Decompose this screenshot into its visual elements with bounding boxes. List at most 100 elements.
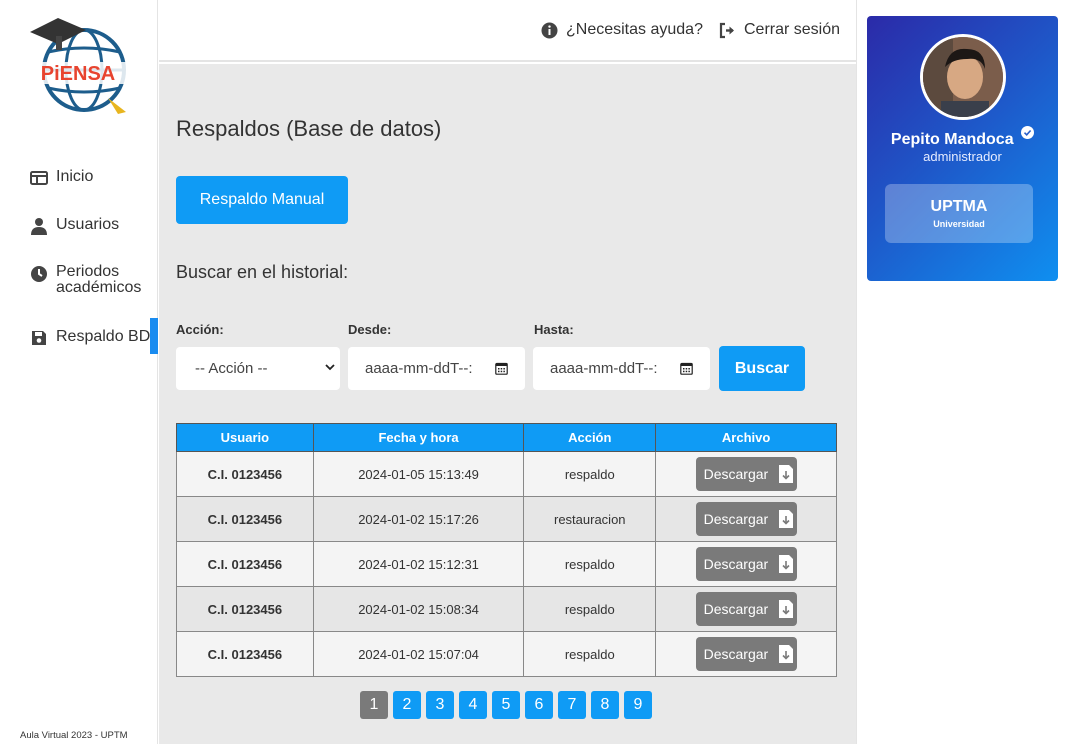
sidebar-item-periodos[interactable]: Periodos académicos: [0, 264, 158, 296]
page-button[interactable]: 3: [426, 691, 454, 719]
cell-file: Descargar: [655, 496, 837, 542]
chevron-down-icon: [325, 364, 335, 371]
backup-history-table: Usuario Fecha y hora Acción Archivo C.I.…: [176, 423, 837, 677]
pagination: 123456789: [360, 691, 652, 719]
profile-name-text: Pepito Mandoca: [890, 131, 1014, 148]
university-type: Universidad: [933, 219, 985, 229]
user-icon: [31, 218, 47, 235]
download-label: Descargar: [703, 646, 769, 662]
cell-file: Descargar: [655, 586, 837, 632]
cell-user: C.I. 0123456: [176, 541, 314, 587]
download-button[interactable]: Descargar: [695, 592, 797, 626]
page-title: Respaldos (Base de datos): [176, 116, 442, 141]
page-button[interactable]: 4: [459, 691, 487, 719]
column-header-archivo[interactable]: Archivo: [655, 423, 837, 452]
calendar-icon[interactable]: [680, 362, 693, 375]
cell-user: C.I. 0123456: [176, 496, 314, 542]
floppy-disk-icon: [32, 331, 46, 345]
logout-link[interactable]: Cerrar sesión: [719, 21, 840, 39]
column-header-accion[interactable]: Acción: [523, 423, 657, 452]
table-row: C.I. 0123456 2024-01-02 15:17:26 restaurac…: [176, 496, 837, 542]
to-date-input[interactable]: aaaa-mm-ddT--:: [533, 347, 710, 390]
download-label: Descargar: [703, 511, 769, 527]
sidebar: PiENSA Inicio Usuarios Periodos académic…: [0, 0, 158, 744]
sidebar-item-label: Usuarios: [56, 216, 120, 233]
profile-card: Pepito Mandoca administrador UPTMA Unive…: [867, 16, 1058, 281]
page-button[interactable]: 9: [624, 691, 652, 719]
sidebar-footer: Aula Virtual 2023 - UPTM: [20, 730, 128, 741]
cell-action: respaldo: [523, 631, 657, 677]
logout-label: Cerrar sesión: [744, 21, 841, 38]
action-select[interactable]: -- Acción --: [176, 347, 340, 390]
table-row: C.I. 0123456 2024-01-02 15:12:31 respaldo D…: [176, 541, 837, 587]
piensa-logo[interactable]: PiENSA: [26, 14, 132, 118]
column-header-fecha[interactable]: Fecha y hora: [312, 423, 525, 452]
cell-user: C.I. 0123456: [176, 451, 314, 497]
from-date-placeholder: aaaa-mm-ddT--:: [365, 360, 473, 377]
file-download-icon: [779, 645, 794, 663]
search-button[interactable]: Buscar: [719, 346, 805, 391]
sidebar-item-usuarios[interactable]: Usuarios: [0, 216, 158, 235]
university-name: UPTMA: [930, 198, 988, 215]
cell-action: restauracion: [523, 496, 657, 542]
table-row: C.I. 0123456 2024-01-02 15:08:34 respaldo D…: [176, 586, 837, 632]
download-button[interactable]: Descargar: [695, 502, 797, 536]
table-header-row: Usuario Fecha y hora Acción Archivo: [176, 423, 837, 452]
profile-name: Pepito Mandoca: [867, 126, 1058, 149]
page-button[interactable]: 8: [591, 691, 619, 719]
table-row: C.I. 0123456 2024-01-02 15:07:04 respaldo D…: [176, 631, 837, 677]
page-button[interactable]: 6: [525, 691, 553, 719]
info-icon: [541, 22, 558, 38]
cell-user: C.I. 0123456: [176, 631, 314, 677]
sidebar-item-label: Periodos académicos: [56, 264, 141, 296]
sidebar-item-inicio[interactable]: Inicio: [0, 168, 158, 187]
svg-text:PiENSA: PiENSA: [41, 63, 115, 85]
download-label: Descargar: [703, 466, 769, 482]
avatar[interactable]: [920, 34, 1006, 120]
download-label: Descargar: [703, 601, 769, 617]
sidebar-item-respaldo-bd[interactable]: Respaldo BD: [0, 318, 158, 354]
download-button[interactable]: Descargar: [695, 547, 797, 581]
help-label: ¿Necesitas ayuda?: [566, 21, 703, 38]
topbar: ¿Necesitas ayuda? Cerrar sesión: [159, 0, 856, 62]
calendar-icon[interactable]: [495, 362, 508, 375]
main-content: Respaldos (Base de datos) Respaldo Manua…: [159, 64, 856, 744]
verified-check-icon: [1021, 126, 1035, 139]
help-link[interactable]: ¿Necesitas ayuda?: [541, 21, 703, 39]
download-button[interactable]: Descargar: [695, 457, 797, 491]
action-filter-label: Acción:: [176, 322, 224, 337]
file-download-icon: [779, 465, 794, 483]
to-date-placeholder: aaaa-mm-ddT--:: [550, 360, 658, 377]
cell-action: respaldo: [523, 541, 657, 587]
file-download-icon: [779, 600, 794, 618]
university-badge: UPTMA Universidad: [885, 184, 1033, 243]
file-download-icon: [779, 510, 794, 528]
cell-datetime: 2024-01-02 15:08:34: [312, 586, 525, 632]
clock-icon: [31, 266, 47, 282]
cell-action: respaldo: [523, 586, 657, 632]
page-button[interactable]: 5: [492, 691, 520, 719]
manual-backup-button[interactable]: Respaldo Manual: [176, 176, 348, 224]
from-date-label: Desde:: [348, 322, 392, 337]
cell-action: respaldo: [523, 451, 657, 497]
column-header-usuario[interactable]: Usuario: [176, 423, 314, 452]
cell-file: Descargar: [655, 541, 837, 587]
profile-role: administrador: [923, 149, 1002, 164]
cell-file: Descargar: [655, 451, 837, 497]
file-download-icon: [779, 555, 794, 573]
cell-datetime: 2024-01-02 15:07:04: [312, 631, 525, 677]
sidebar-item-label: Respaldo BD: [56, 328, 151, 345]
download-label: Descargar: [703, 556, 769, 572]
cell-user: C.I. 0123456: [176, 586, 314, 632]
layout-icon: [30, 171, 48, 185]
action-select-value: -- Acción --: [195, 360, 268, 377]
page-button[interactable]: 2: [393, 691, 421, 719]
sidebar-item-label: Inicio: [56, 168, 94, 185]
table-row: C.I. 0123456 2024-01-05 15:13:49 respaldo D…: [176, 451, 837, 497]
to-date-label: Hasta:: [534, 322, 574, 337]
download-button[interactable]: Descargar: [695, 637, 797, 671]
cell-datetime: 2024-01-02 15:12:31: [312, 541, 525, 587]
page-button[interactable]: 1: [360, 691, 388, 719]
from-date-input[interactable]: aaaa-mm-ddT--:: [348, 347, 525, 390]
page-button[interactable]: 7: [558, 691, 586, 719]
